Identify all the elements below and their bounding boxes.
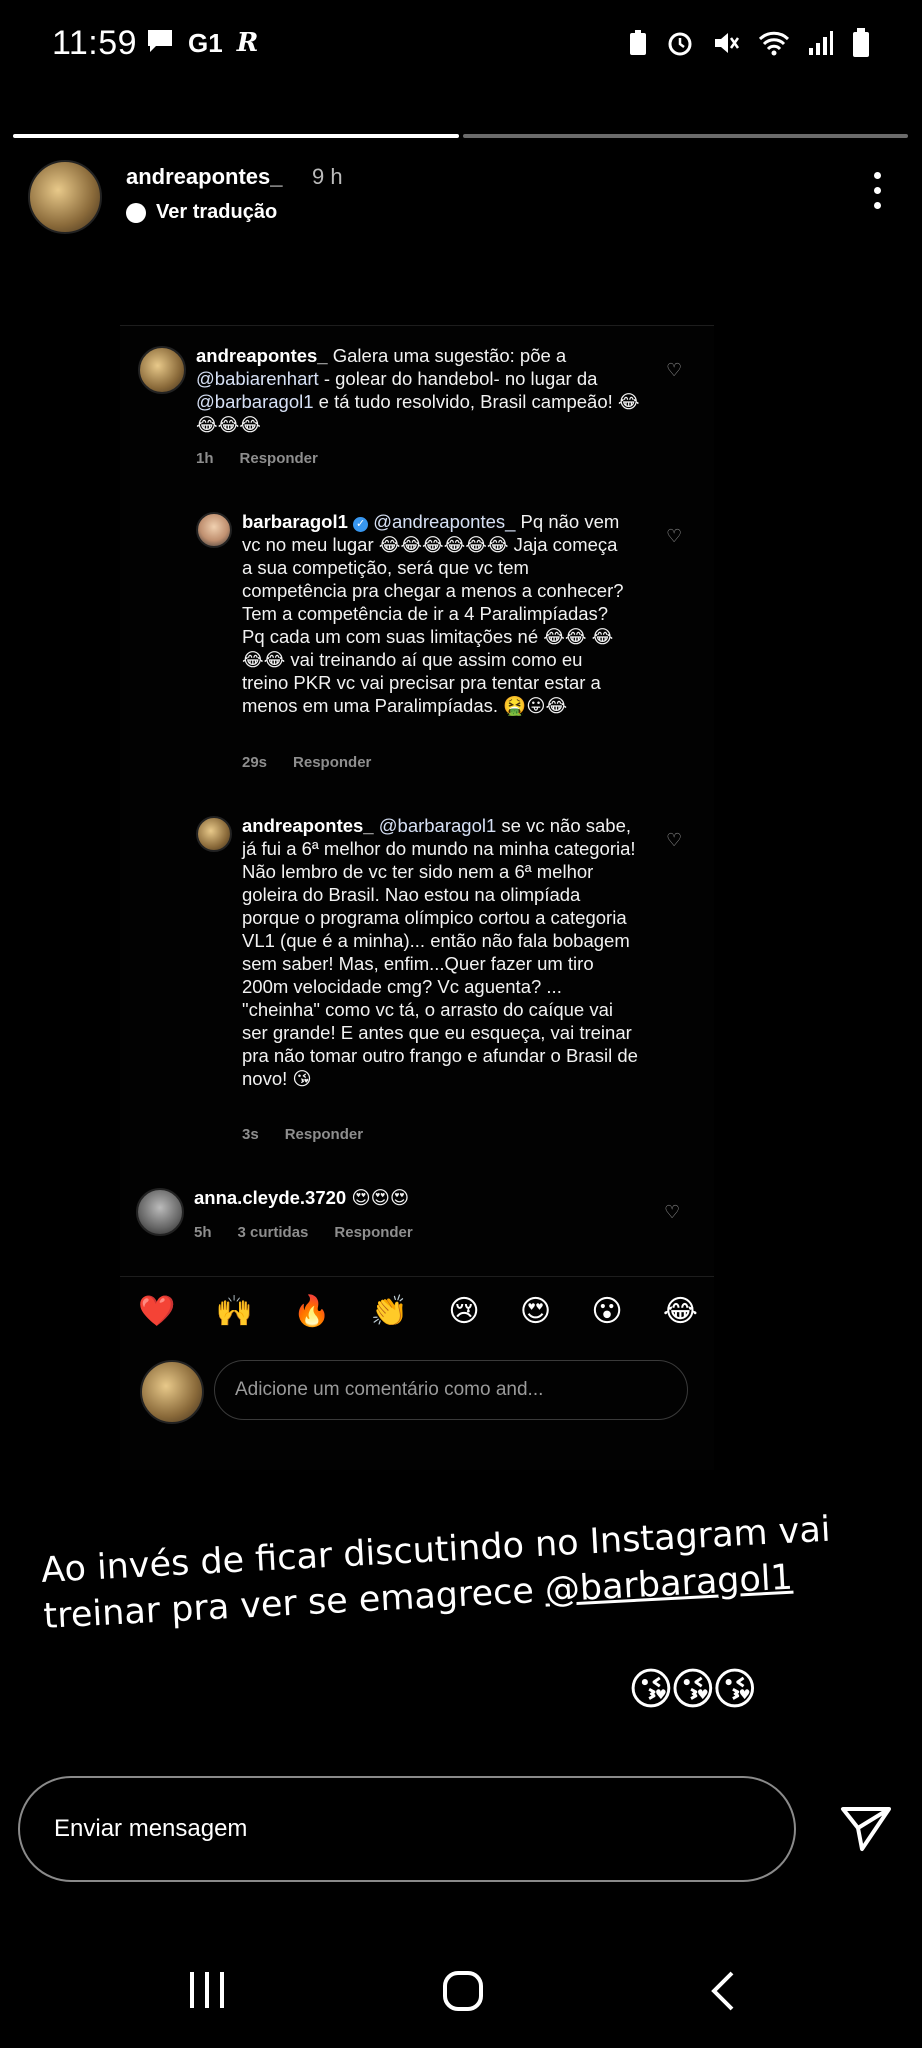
story-progress-1: [13, 134, 459, 138]
reply-button[interactable]: Responder: [334, 1224, 412, 1241]
reply-button[interactable]: Responder: [293, 754, 371, 771]
reaction-laughing[interactable]: 😂: [663, 1294, 698, 1329]
signal-icon: [809, 31, 833, 55]
comment-time: 5h: [194, 1224, 212, 1241]
r-icon: R: [236, 28, 259, 58]
reaction-crying[interactable]: 😢: [448, 1294, 479, 1329]
send-message-input[interactable]: Enviar mensagem: [18, 1776, 796, 1882]
like-heart-icon[interactable]: ♡: [666, 830, 682, 851]
comment-text: andreapontes_ Galera uma sugestão: põe a…: [196, 345, 640, 435]
divider: [120, 325, 714, 326]
mute-icon: [715, 33, 740, 53]
reaction-heart-eyes[interactable]: 😍: [520, 1294, 551, 1329]
divider: [120, 1276, 714, 1277]
comment-meta: 29s Responder: [242, 754, 371, 771]
comment-meta: 1h Responder: [196, 450, 318, 467]
avatar: [196, 816, 232, 852]
comment-time: 29s: [242, 754, 268, 771]
verified-badge-icon: ✓: [353, 517, 369, 532]
reaction-heart[interactable]: ❤️: [138, 1294, 175, 1329]
likes-count[interactable]: 3 curtidas: [238, 1224, 309, 1241]
like-heart-icon[interactable]: ♡: [666, 360, 682, 381]
battery-icon: [853, 28, 869, 57]
story-caption: Ao invés de ficar discutindo no Instagra…: [40, 1504, 894, 1640]
like-heart-icon[interactable]: ♡: [664, 1202, 680, 1223]
reaction-surprised[interactable]: 😮: [591, 1294, 622, 1329]
translate-button[interactable]: Ver tradução: [126, 201, 277, 224]
story-time-ago: 9 h: [312, 164, 343, 189]
comment-meta: 3s Responder: [242, 1126, 363, 1143]
send-icon[interactable]: [840, 1806, 892, 1852]
reply-button[interactable]: Responder: [240, 450, 318, 467]
avatar: [138, 346, 186, 394]
comment-text: barbaragol1 ✓ @andreapontes_ Pq não vem …: [242, 511, 624, 716]
speech-bubble-icon: [126, 202, 146, 223]
alarm-icon: [668, 32, 692, 56]
quick-reactions: ❤️ 🙌 🔥 👏 😢 😍 😮 😂: [138, 1294, 698, 1329]
story-progress-2: [463, 134, 908, 138]
comment-text: andreapontes_ @barbaragol1 se vc não sab…: [242, 815, 638, 1089]
like-heart-icon[interactable]: ♡: [666, 526, 682, 547]
reaction-fire[interactable]: 🔥: [293, 1294, 330, 1329]
comment-time: 3s: [242, 1126, 259, 1143]
status-left-icons: G1 R: [146, 28, 258, 61]
status-right-icons: [628, 28, 870, 58]
more-dot-icon: [873, 202, 881, 209]
story-username[interactable]: andreapontes_: [126, 164, 283, 190]
message-icon: [146, 28, 174, 61]
g1-icon: G1: [188, 28, 223, 58]
home-icon[interactable]: [442, 1970, 484, 2012]
recent-apps-icon[interactable]: [188, 1970, 226, 2010]
reaction-raised-hands[interactable]: 🙌: [216, 1294, 253, 1329]
reaction-clap[interactable]: 👏: [371, 1294, 408, 1329]
more-dot-icon: [873, 187, 881, 194]
status-time: 11:59: [52, 24, 138, 62]
caption-emojis: 😘😘😘: [628, 1665, 758, 1714]
avatar: [196, 512, 232, 548]
avatar: [140, 1360, 204, 1424]
wifi-icon: [758, 31, 790, 56]
avatar: [136, 1188, 184, 1236]
comment-time: 1h: [196, 450, 214, 467]
story-avatar[interactable]: [28, 160, 102, 234]
battery-saver-icon: [630, 30, 646, 55]
add-comment-input[interactable]: Adicione um comentário como and...: [214, 1360, 688, 1420]
comment-meta: 5h 3 curtidas Responder: [194, 1224, 413, 1241]
caption-mention[interactable]: @barbaragol1: [544, 1558, 794, 1611]
more-dot-icon: [873, 172, 881, 179]
back-icon[interactable]: [708, 1970, 736, 2012]
translate-label: Ver tradução: [156, 201, 278, 223]
more-options-button[interactable]: [872, 172, 882, 209]
comment-text: anna.cleyde.3720 😍😍😍: [194, 1187, 410, 1208]
reply-button[interactable]: Responder: [285, 1126, 363, 1143]
